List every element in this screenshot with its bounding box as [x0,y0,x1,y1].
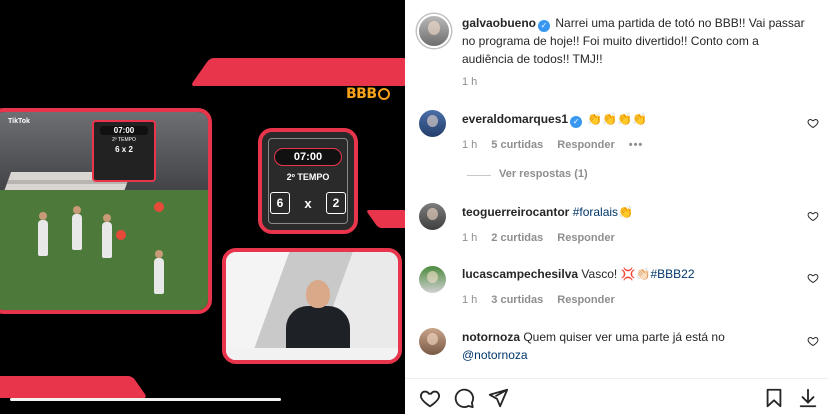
post-action-bar [405,378,828,414]
heart-icon[interactable] [807,210,819,222]
decor-stripe [0,376,148,398]
comment-item: lucascampechesilva Vasco! 💢👏🏻#BBB22 [462,265,812,283]
comment-username[interactable]: everaldomarques1 [462,112,568,126]
author-avatar[interactable] [417,14,451,48]
download-icon[interactable] [797,387,819,409]
comment-username[interactable]: lucascampechesilva [462,267,578,281]
view-replies-button[interactable]: Ver respostas (1) [499,168,588,180]
share-icon[interactable] [487,387,509,409]
comment-avatar[interactable] [419,266,446,293]
score-home: 6 [270,192,290,214]
post-caption: galvaobueno ✓ Narrei uma partida de totó … [462,14,812,68]
comment-username[interactable]: notornoza [462,330,520,344]
tiktok-watermark: TikTok [8,118,30,125]
more-options-icon[interactable]: ••• [629,139,644,151]
comment-text: Vasco! [581,267,618,281]
comment-emoji: 👏 [618,205,634,219]
comment-emoji: 💢👏🏻 [620,267,651,281]
reply-button[interactable]: Responder [557,294,614,306]
comment-item: teoguerreirocantor #foralais👏 [462,203,812,221]
scoreboard: 07:00 2º TEMPO 6 x 2 [258,128,358,234]
comment-username[interactable]: teoguerreirocantor [462,205,569,219]
hashtag-link[interactable]: #foralais [573,205,618,219]
scoreboard-time: 07:00 [274,148,342,166]
comment-likes[interactable]: 5 curtidas [491,139,543,151]
reply-button[interactable]: Responder [557,232,614,244]
author-username[interactable]: galvaobueno [462,16,536,30]
post-media[interactable]: BBB TikTok 07:00 2º TEMPO 6 x 2 07:00 2º… [0,0,405,414]
heart-icon[interactable] [807,117,819,129]
comment-time: 1 h [462,232,478,244]
comment-icon[interactable] [453,387,475,409]
comment-likes[interactable]: 2 curtidas [491,232,543,244]
verified-badge-icon: ✓ [570,116,583,128]
comment-time: 1 h [462,294,478,306]
post-time: 1 h [462,76,478,88]
comment-avatar[interactable] [419,203,446,230]
comment-item: notornoza Quem quiser ver uma parte já e… [462,328,812,364]
verified-badge-icon: ✓ [538,20,551,32]
hashtag-link[interactable]: #BBB22 [650,267,694,281]
decor-stripe [365,210,405,228]
comment-likes[interactable]: 3 curtidas [491,294,543,306]
comment-item: everaldomarques1 ✓ 👏👏👏👏 [462,110,812,128]
comment-text: Quem quiser ver uma parte já está no [523,330,725,344]
bookmark-icon[interactable] [763,387,785,409]
reply-button[interactable]: Responder [557,139,614,151]
bbb-logo: BBB [346,86,390,102]
scoreboard-period: 2º TEMPO [286,172,330,182]
comment-avatar[interactable] [419,110,446,137]
like-heart-icon[interactable] [419,387,441,409]
heart-icon[interactable] [807,335,819,347]
video-progress-bar[interactable] [10,398,282,401]
score-separator: x [304,195,312,211]
mention-link[interactable]: @notornoza [462,348,528,362]
comment-text: 👏👏👏👏 [587,112,648,126]
comments-pane: galvaobueno ✓ Narrei uma partida de totó … [405,0,828,414]
replies-divider [467,175,491,176]
mini-scoreboard: 07:00 2º TEMPO 6 x 2 [92,120,156,182]
heart-icon[interactable] [807,272,819,284]
narrator-video [222,248,402,364]
comment-time: 1 h [462,139,478,151]
decor-stripe [190,58,405,86]
score-away: 2 [325,192,346,214]
comment-avatar[interactable] [419,328,446,355]
